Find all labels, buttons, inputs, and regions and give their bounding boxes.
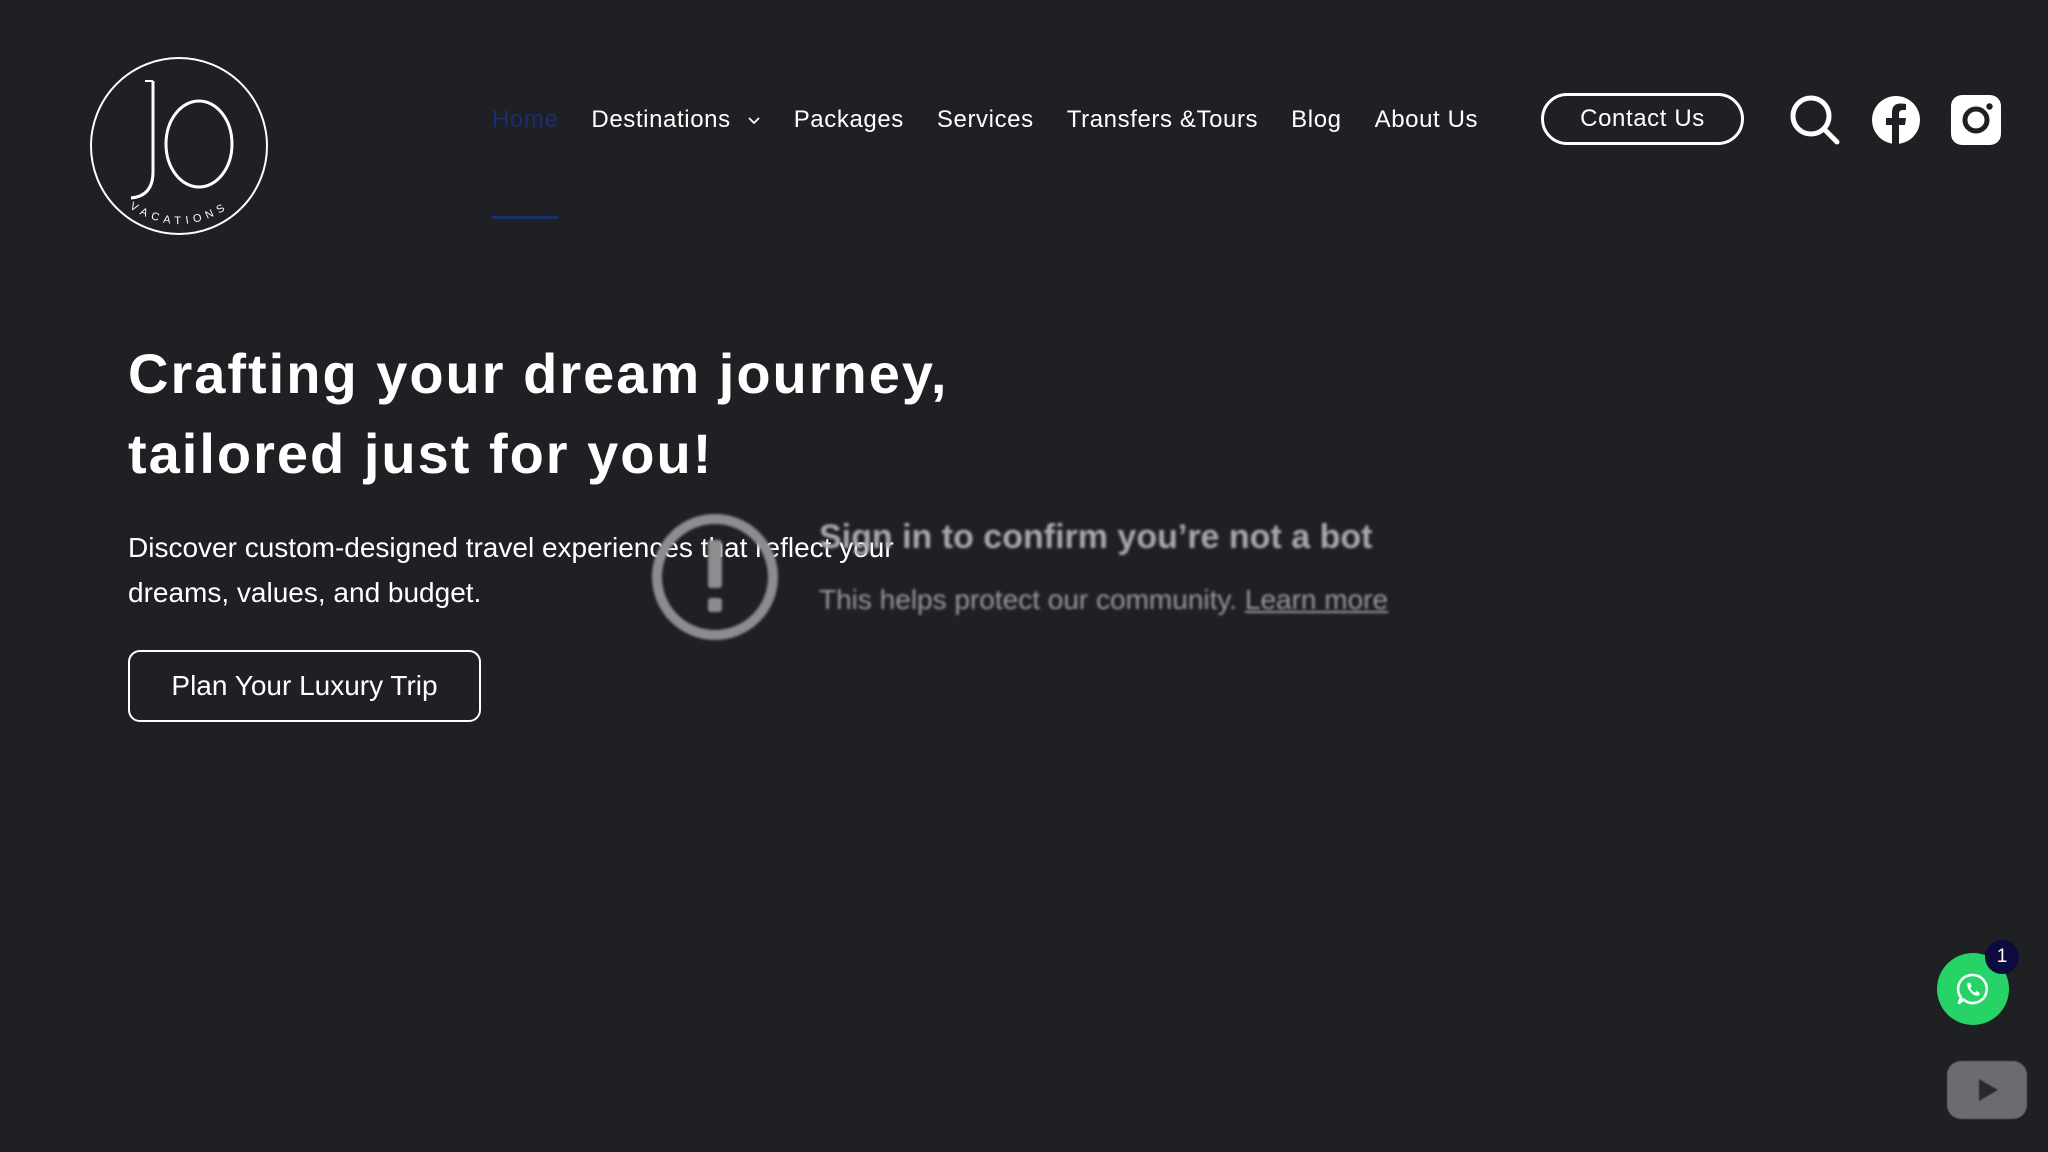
alert-circle-icon: [650, 512, 780, 642]
whatsapp-notification-badge: 1: [1985, 940, 2019, 974]
nav-item-packages[interactable]: Packages: [794, 106, 904, 134]
play-icon: [1979, 1079, 1998, 1101]
bot-check-description-text: This helps protect our community.: [819, 584, 1238, 615]
jo-vacations-logo: VACATIONS: [90, 57, 268, 235]
nav-item-about-us[interactable]: About Us: [1375, 106, 1479, 134]
contact-us-button[interactable]: Contact Us: [1541, 93, 1744, 145]
page: VACATIONS Home Destinations Packages Ser…: [0, 0, 2048, 1152]
learn-more-link[interactable]: Learn more: [1245, 584, 1388, 615]
nav-item-destinations-label: Destinations: [591, 106, 731, 133]
nav-item-home[interactable]: Home: [492, 106, 559, 219]
chevron-down-icon: [748, 117, 760, 125]
nav-item-transfers-tours[interactable]: Transfers &Tours: [1067, 106, 1258, 134]
main-nav: Home Destinations Packages Services Tran…: [492, 88, 1511, 219]
search-icon[interactable]: [1789, 94, 1841, 146]
logo[interactable]: VACATIONS: [87, 54, 271, 238]
hero-title-line-2: tailored just for you!: [128, 422, 714, 485]
nav-item-blog[interactable]: Blog: [1291, 106, 1341, 134]
hero-subtitle-line-2: dreams, values, and budget.: [128, 577, 482, 608]
hero-title-line-1: Crafting your dream journey,: [128, 342, 949, 405]
nav-item-destinations[interactable]: Destinations: [591, 106, 760, 134]
nav-item-services[interactable]: Services: [937, 106, 1034, 134]
instagram-icon[interactable]: [1950, 94, 2002, 146]
svg-text:VACATIONS: VACATIONS: [128, 200, 231, 227]
bot-check-title: Sign in to confirm you’re not a bot: [819, 518, 1373, 556]
youtube-play-button[interactable]: [1947, 1061, 2027, 1119]
whatsapp-icon: [1956, 973, 1989, 1005]
plan-luxury-trip-button[interactable]: Plan Your Luxury Trip: [128, 650, 481, 722]
facebook-icon[interactable]: [1870, 94, 1922, 146]
hero-title: Crafting your dream journey, tailored ju…: [128, 334, 1028, 494]
video-bot-check-overlay: Sign in to confirm you’re not a bot This…: [650, 508, 1410, 643]
bot-check-description: This helps protect our community. Learn …: [819, 584, 1388, 616]
